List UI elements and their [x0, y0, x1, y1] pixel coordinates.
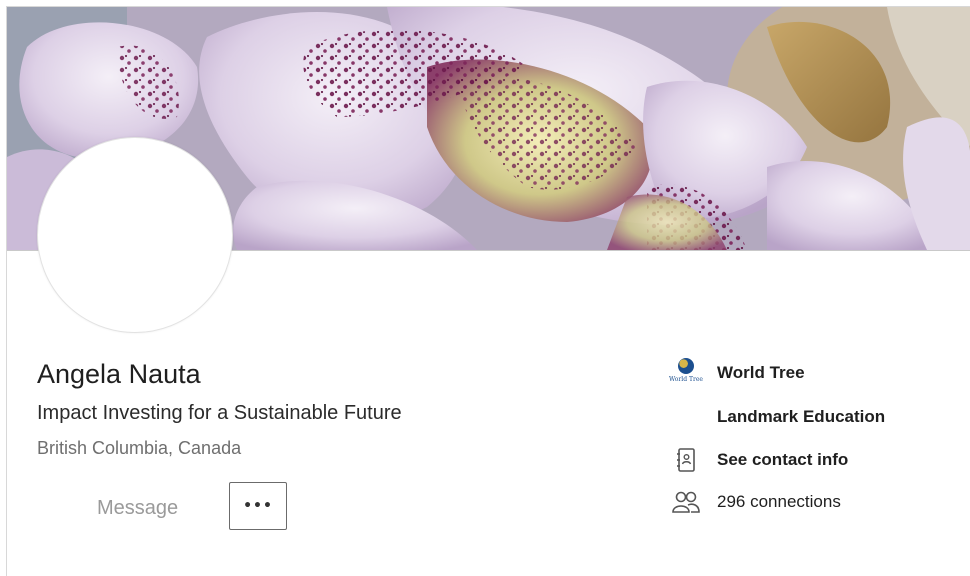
- education-name[interactable]: Landmark Education: [717, 407, 885, 427]
- more-actions-button[interactable]: •••: [229, 482, 287, 530]
- world-tree-logo-icon: World Tree: [669, 358, 703, 387]
- profile-location: British Columbia, Canada: [37, 438, 242, 458]
- contact-info-row[interactable]: See contact info: [669, 446, 848, 474]
- people-icon: [669, 488, 703, 516]
- world-tree-logo-text: World Tree: [669, 376, 703, 383]
- connections-row[interactable]: 296 connections: [669, 488, 841, 516]
- education-row[interactable]: Landmark Education: [669, 403, 885, 431]
- company-name[interactable]: World Tree: [717, 363, 805, 383]
- message-button[interactable]: Message: [97, 495, 197, 521]
- company-row[interactable]: World Tree World Tree: [669, 358, 805, 387]
- see-contact-info-link[interactable]: See contact info: [717, 450, 848, 470]
- profile-card: Angela Nauta Impact Investing for a Sust…: [6, 6, 970, 576]
- contact-card-icon: [669, 446, 703, 474]
- profile-name: Angela Nauta: [37, 359, 201, 389]
- connections-count[interactable]: 296 connections: [717, 492, 841, 512]
- education-icon-placeholder: [669, 403, 703, 431]
- profile-headline: Impact Investing for a Sustainable Futur…: [37, 402, 402, 424]
- profile-avatar[interactable]: [37, 137, 233, 333]
